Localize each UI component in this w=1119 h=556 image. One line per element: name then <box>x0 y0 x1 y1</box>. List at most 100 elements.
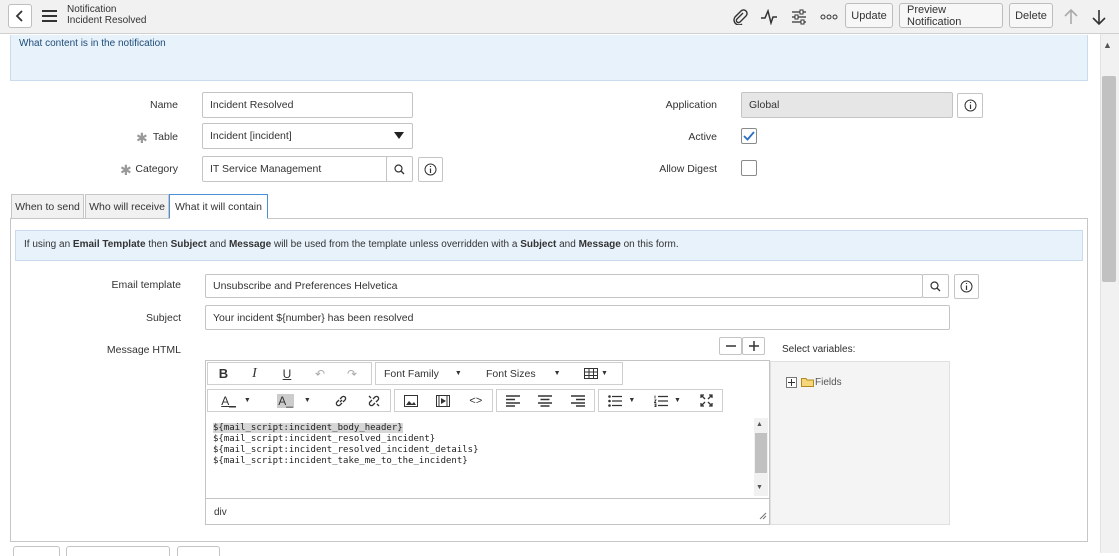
resize-handle-icon[interactable] <box>758 511 767 523</box>
undo-icon[interactable]: ↶ <box>304 363 336 384</box>
numbered-list-icon <box>653 395 668 407</box>
align-left-icon[interactable] <box>497 390 529 411</box>
active-label: Active <box>688 131 717 143</box>
bold-icon[interactable]: B <box>208 363 239 384</box>
editor-line: ${mail_script:incident_resolved_incident… <box>213 434 436 444</box>
email-template-info-button[interactable] <box>954 274 979 299</box>
collapse-editor-button[interactable] <box>719 337 742 355</box>
tab-who-will-receive[interactable]: Who will receive <box>85 194 169 219</box>
caret-down-icon: ▼ <box>601 370 608 377</box>
font-family-label: Font Family <box>384 367 439 380</box>
info-icon <box>964 99 976 112</box>
align-right-icon[interactable] <box>562 390 594 411</box>
image-icon[interactable] <box>395 390 427 411</box>
scroll-down-icon[interactable]: ▼ <box>756 484 763 491</box>
settings-sliders-icon[interactable] <box>790 8 808 26</box>
page-scrollbar-thumb[interactable] <box>1102 76 1116 282</box>
expand-editor-button[interactable] <box>742 337 765 355</box>
numbered-list-button[interactable]: ▼ <box>645 390 691 411</box>
dropdown-arrow-icon <box>394 131 404 143</box>
tab-when-to-send[interactable]: When to send <box>11 194 84 219</box>
name-field[interactable]: Incident Resolved <box>202 92 413 118</box>
plus-icon <box>748 341 759 351</box>
table-label: Table <box>152 131 178 143</box>
unlink-icon[interactable] <box>357 390 390 411</box>
category-lookup-button[interactable] <box>386 156 413 182</box>
application-info-button[interactable] <box>957 93 983 118</box>
fullscreen-icon[interactable] <box>690 390 722 411</box>
caret-down-icon: ▼ <box>454 370 462 377</box>
link-icon[interactable] <box>324 390 357 411</box>
category-field[interactable]: IT Service Management <box>202 156 388 182</box>
activity-icon[interactable] <box>760 8 778 26</box>
editor-toolbar-row-1: B I U ↶ ↷ Font Family ▼ Font Sizes ▼ ▼ <box>207 362 767 385</box>
bottom-button-1[interactable] <box>13 546 60 556</box>
name-label: Name <box>149 99 178 111</box>
caret-down-icon: ▼ <box>673 397 681 404</box>
more-icon[interactable] <box>819 8 839 26</box>
table-insert-button[interactable]: ▼ <box>576 363 616 384</box>
category-label: Category <box>135 163 178 175</box>
bullet-list-button[interactable]: ▼ <box>599 390 645 411</box>
expand-fields-icon[interactable] <box>786 377 797 388</box>
record-name-title: Incident Resolved <box>67 15 147 26</box>
source-code-icon[interactable]: <> <box>460 390 492 411</box>
active-checkbox[interactable] <box>741 128 757 144</box>
editor-element-path: div <box>214 507 227 518</box>
background-color-button[interactable]: A_ ▼ <box>264 390 324 411</box>
back-button[interactable] <box>8 4 32 28</box>
editor-line: ${mail_script:incident_resolved_incident… <box>213 445 479 455</box>
select-variables-label: Select variables: <box>782 344 856 355</box>
table-icon <box>584 368 599 379</box>
update-button[interactable]: Update <box>845 3 893 28</box>
allow-digest-label: Allow Digest <box>659 163 717 175</box>
editor-status-bar: div <box>206 498 769 524</box>
application-label: Application <box>665 99 717 111</box>
text-color-button[interactable]: A_ ▼ <box>208 390 264 411</box>
record-type-title: Notification <box>67 4 117 15</box>
email-template-lookup-button[interactable] <box>922 274 949 298</box>
minus-icon <box>725 345 736 347</box>
tab-what-it-will-contain[interactable]: What it will contain <box>169 194 268 219</box>
email-template-label: Email template <box>111 279 181 291</box>
media-icon[interactable] <box>427 390 459 411</box>
editor-content[interactable]: ${mail_script:incident_body_header} ${ma… <box>206 417 754 497</box>
template-tip-text: If using an Email Template then Subject … <box>24 239 679 250</box>
arrow-down-icon[interactable] <box>1090 8 1108 26</box>
font-sizes-label: Font Sizes <box>486 367 536 380</box>
bottom-button-2[interactable] <box>66 546 170 556</box>
bottom-button-3[interactable] <box>177 546 220 556</box>
scroll-up-icon[interactable]: ▲ <box>1103 40 1112 50</box>
editor-scrollbar-thumb[interactable] <box>755 433 767 473</box>
chevron-left-icon <box>15 10 23 22</box>
email-template-field[interactable]: Unsubscribe and Preferences Helvetica <box>205 274 923 298</box>
underline-icon[interactable]: U <box>270 363 304 384</box>
scroll-up-icon[interactable]: ▲ <box>756 421 763 428</box>
section-info-text: What content is in the notification <box>19 38 166 49</box>
arrow-up-icon[interactable] <box>1062 8 1080 26</box>
allow-digest-checkbox[interactable] <box>741 160 757 176</box>
font-sizes-select[interactable]: Font Sizes ▼ <box>474 363 576 384</box>
search-icon <box>394 163 405 174</box>
menu-icon[interactable] <box>42 10 57 22</box>
background-color-icon: A_ <box>277 393 294 408</box>
italic-icon[interactable]: I <box>239 363 270 384</box>
caret-down-icon: ▼ <box>303 397 311 404</box>
redo-icon[interactable]: ↷ <box>336 363 368 384</box>
info-icon <box>424 163 437 176</box>
align-center-icon[interactable] <box>529 390 561 411</box>
font-family-select[interactable]: Font Family ▼ <box>376 363 474 384</box>
delete-button[interactable]: Delete <box>1009 3 1053 28</box>
checkmark-icon <box>743 131 755 141</box>
table-select[interactable]: Incident [incident] <box>202 123 413 149</box>
subject-field[interactable]: Your incident ${number} has been resolve… <box>205 305 950 330</box>
search-icon <box>930 280 941 291</box>
attachment-icon[interactable] <box>731 8 749 26</box>
text-color-icon: A_ <box>221 393 236 408</box>
fields-tree-node[interactable]: Fields <box>815 377 842 388</box>
editor-line: ${mail_script:incident_body_header} <box>213 423 403 433</box>
category-info-button[interactable] <box>418 157 443 182</box>
table-select-value: Incident [incident] <box>210 130 292 142</box>
editor-toolbar-row-2: A_ ▼ A_ ▼ <> ▼ ▼ <box>207 389 767 412</box>
preview-notification-button[interactable]: Preview Notification <box>899 3 1003 28</box>
